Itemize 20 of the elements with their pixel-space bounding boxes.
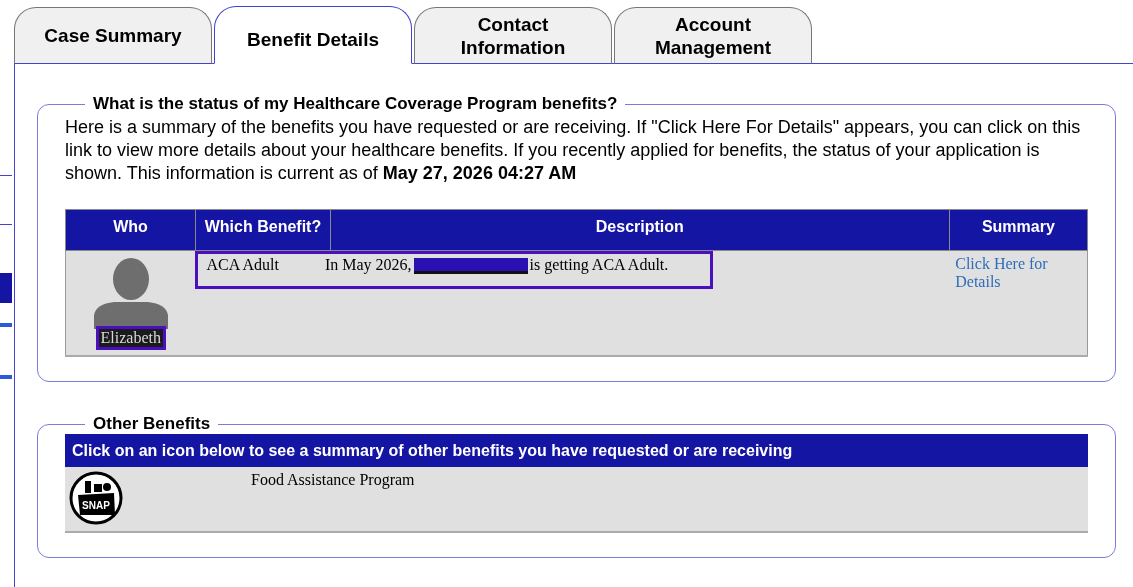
person-icon [91, 257, 170, 329]
tab[interactable]: Contact Information [414, 7, 612, 64]
person-name: Elizabeth [95, 326, 166, 350]
table-header: Click on an icon below to see a summary of other benefits you have requested or are receiving [65, 434, 1088, 467]
benefit-description: In May 2026, is getting ACA Adult. [324, 256, 669, 275]
section-title: What is the status of my Healthcare Coverage Program benefits? [92, 94, 619, 114]
section-title: Other Benefits [92, 414, 212, 434]
benefit-name: Food Assistance Program [251, 471, 415, 491]
column-header: Description [330, 209, 950, 251]
column-header: Who [65, 209, 196, 251]
column-header: Summary [949, 209, 1088, 251]
sidebar-bar [0, 273, 12, 303]
tab[interactable]: Benefit Details [214, 6, 412, 64]
benefit-name: ACA Adult [206, 256, 279, 275]
tab[interactable]: Case Summary [14, 7, 212, 64]
intro-text: Here is a summary of the benefits you have requested or are receiving. If "Click Here For Details" appears, you can click on this link to view more details about your healthcare benefits. If you recently applied for benefits, the status of your application is shown. This information is current as of May 27, 2026 04:27 AM [65, 116, 1082, 185]
snap-logo-icon[interactable]: SNAP [69, 471, 123, 525]
tab[interactable]: Account Management [614, 7, 812, 64]
column-header: Which Benefit? [195, 209, 331, 251]
details-link[interactable]: Click Here for Details [955, 255, 1066, 291]
